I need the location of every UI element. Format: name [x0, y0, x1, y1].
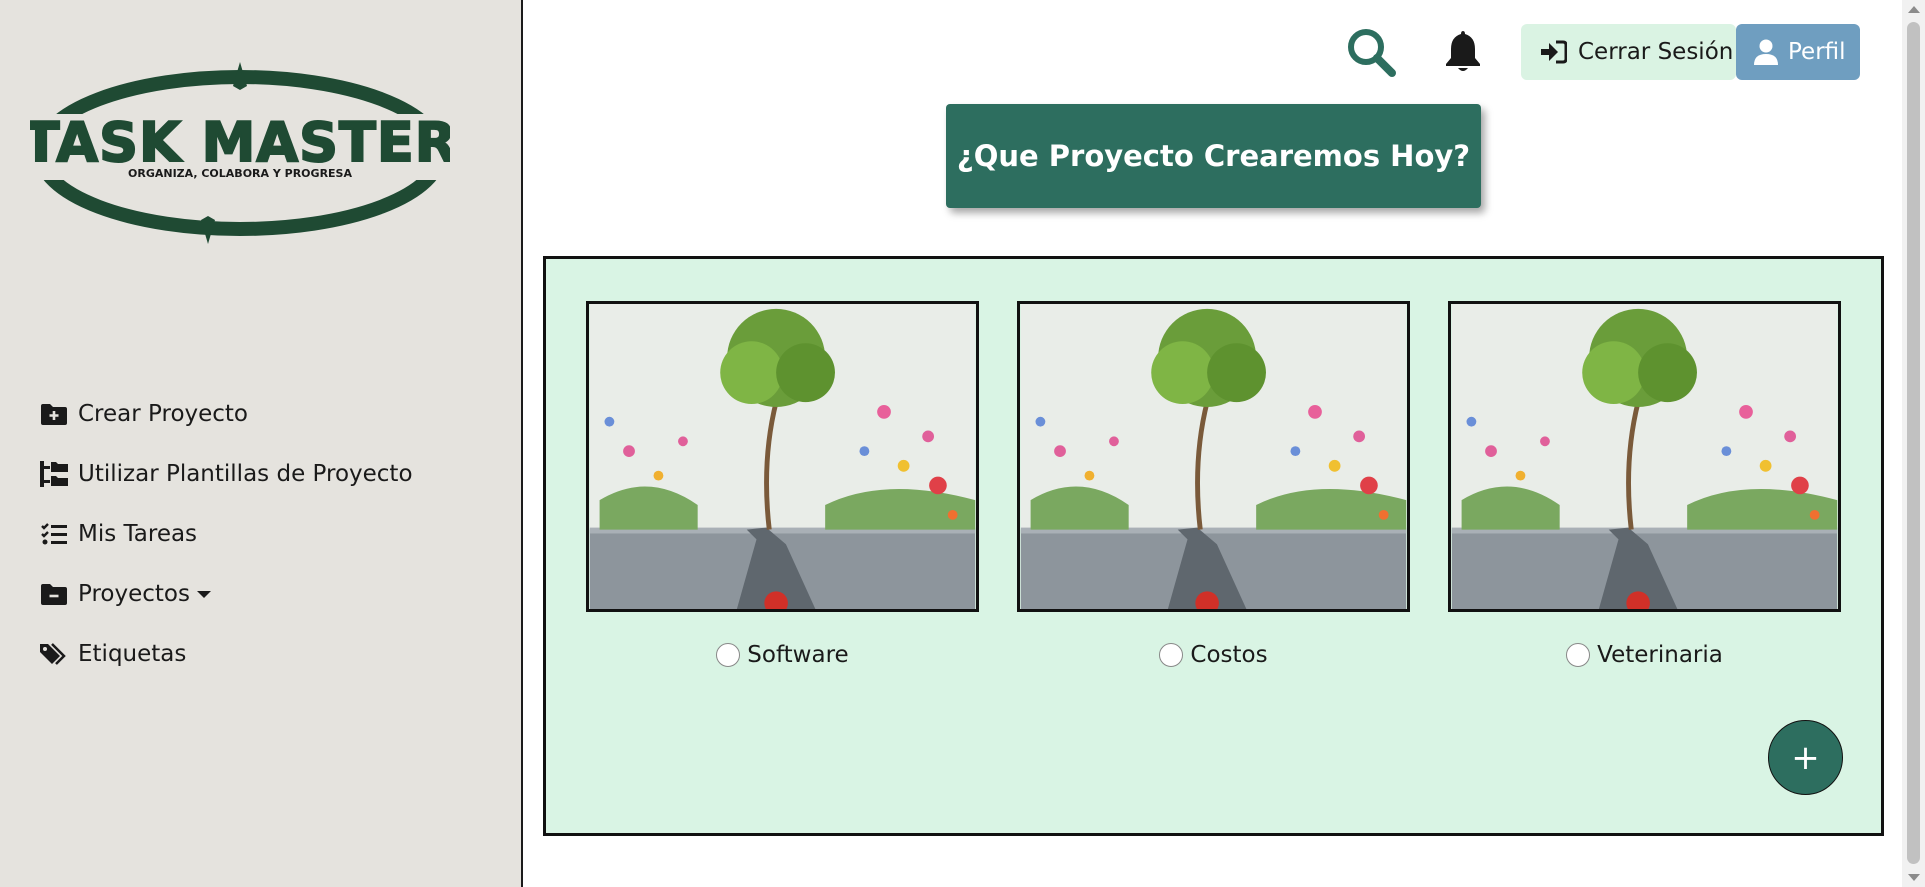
tags-icon	[40, 640, 68, 668]
task-master-logo: TASK MASTER ORGANIZA, COLABORA Y PROGRES…	[30, 62, 450, 244]
template-label: Software	[747, 642, 849, 668]
folder-tree-icon	[40, 460, 68, 488]
template-card-software[interactable]: Software	[586, 301, 979, 668]
page-title: ¿Que Proyecto Crearemos Hoy?	[946, 104, 1481, 208]
user-icon	[1754, 39, 1778, 65]
template-card-veterinaria[interactable]: Veterinaria	[1448, 301, 1841, 668]
template-option: Veterinaria	[1448, 642, 1841, 668]
sidebar-item-label: Mis Tareas	[78, 521, 198, 547]
template-image	[586, 301, 979, 612]
folder-minus-icon	[40, 580, 68, 608]
template-image	[1017, 301, 1410, 612]
template-label: Veterinaria	[1597, 642, 1723, 668]
sidebar-item-etiquetas[interactable]: Etiquetas	[40, 624, 413, 684]
sidebar: TASK MASTER ORGANIZA, COLABORA Y PROGRES…	[0, 0, 523, 887]
sidebar-item-label: Proyectos	[78, 581, 190, 607]
sidebar-item-label: Utilizar Plantillas de Proyecto	[78, 461, 413, 487]
profile-button[interactable]: Perfil	[1736, 24, 1860, 80]
add-project-button[interactable]: +	[1768, 720, 1843, 795]
template-image	[1448, 301, 1841, 612]
template-card-costos[interactable]: Costos	[1017, 301, 1410, 668]
bell-icon	[1446, 31, 1480, 71]
template-option: Software	[586, 642, 979, 668]
sidebar-item-label: Crear Proyecto	[78, 401, 249, 427]
svg-text:TASK MASTER: TASK MASTER	[30, 111, 450, 174]
sidebar-item-label: Etiquetas	[78, 641, 187, 667]
folder-plus-icon	[40, 400, 68, 428]
scroll-thumb[interactable]	[1907, 22, 1920, 864]
app: TASK MASTER ORGANIZA, COLABORA Y PROGRES…	[0, 0, 1925, 887]
search-icon	[1348, 29, 1396, 77]
templates-panel: Software Costos Veterinaria +	[543, 256, 1884, 836]
caret-down-icon	[196, 590, 211, 598]
logout-button[interactable]: Cerrar Sesión	[1521, 24, 1736, 80]
profile-label: Perfil	[1788, 39, 1846, 65]
scroll-down-icon[interactable]	[1908, 874, 1920, 881]
sidebar-nav: Crear Proyecto Utilizar Plantillas de Pr…	[40, 384, 413, 684]
template-option: Costos	[1017, 642, 1410, 668]
list-check-icon	[40, 520, 68, 548]
sidebar-item-plantillas[interactable]: Utilizar Plantillas de Proyecto	[40, 444, 413, 504]
scroll-up-icon[interactable]	[1908, 6, 1920, 13]
logout-label: Cerrar Sesión	[1578, 39, 1734, 65]
scrollbar[interactable]	[1902, 0, 1925, 887]
template-radio[interactable]	[1159, 643, 1184, 667]
sign-in-icon	[1541, 40, 1567, 64]
sidebar-item-crear-proyecto[interactable]: Crear Proyecto	[40, 384, 413, 444]
search-button[interactable]	[1346, 27, 1396, 77]
svg-text:ORGANIZA, COLABORA Y PROGRESA: ORGANIZA, COLABORA Y PROGRESA	[128, 167, 352, 180]
template-radio[interactable]	[1566, 643, 1591, 667]
sidebar-item-proyectos[interactable]: Proyectos	[40, 564, 413, 624]
template-label: Costos	[1190, 642, 1268, 668]
template-radio[interactable]	[716, 643, 741, 667]
sidebar-item-mis-tareas[interactable]: Mis Tareas	[40, 504, 413, 564]
notifications-button[interactable]	[1444, 29, 1482, 73]
